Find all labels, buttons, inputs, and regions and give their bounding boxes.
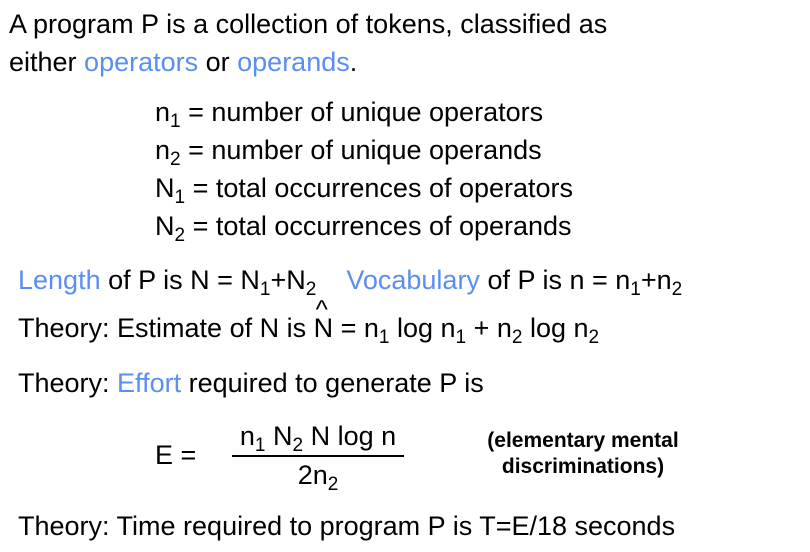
intro-line-2: either operators or operands. <box>9 46 357 78</box>
formula-note: (elementary mental discriminations) <box>458 428 708 480</box>
denominator-sub: 2 <box>327 474 339 495</box>
numerator-sub-1: 1 <box>254 435 266 456</box>
vocabulary-sub-1: 1 <box>630 279 641 300</box>
estimate-sub: 1 <box>455 327 467 348</box>
length-formula: of P is N = N <box>100 265 260 295</box>
vocabulary-plus: +n <box>640 265 672 295</box>
fraction-denominator: 2n2 <box>232 459 404 494</box>
intro-or: or <box>198 47 238 77</box>
time-text: Theory: Time required to program P is T=… <box>18 511 676 541</box>
definition-symbol: N <box>155 211 175 241</box>
estimate-prefix: Theory: Estimate of N is <box>18 313 314 343</box>
estimate-line: Theory: Estimate of N is ^ N = n1 log n1 … <box>18 296 599 347</box>
n-hat: ^ N <box>314 296 334 344</box>
intro-text-1: A program P is a collection of tokens, c… <box>9 9 608 39</box>
estimate-sub: 2 <box>511 327 523 348</box>
numerator-rest: N log n <box>303 421 397 451</box>
intro-line-1: A program P is a collection of tokens, c… <box>9 8 607 40</box>
effort-rest: required to generate P is <box>181 368 484 398</box>
definition-n1: n1 = number of unique operators <box>155 96 544 131</box>
effort-prefix: Theory: <box>18 368 118 398</box>
definition-symbol: N <box>155 173 175 203</box>
definition-text: = number of unique operands <box>180 135 542 165</box>
length-sub-1: 1 <box>259 279 271 300</box>
intro-period: . <box>349 47 358 77</box>
vocabulary-term: Vocabulary <box>346 265 480 295</box>
definition-subscript: 1 <box>174 187 186 208</box>
denominator-text: 2n <box>297 460 328 490</box>
effort-fraction: n1 N2 N log n 2n2 <box>232 420 404 494</box>
definition-symbol: n <box>155 97 171 127</box>
vocabulary-formula: of P is n = n <box>479 265 631 295</box>
fraction-numerator: n1 N2 N log n <box>232 420 404 455</box>
estimate-sub: 1 <box>378 327 390 348</box>
operators-term: operators <box>84 47 199 77</box>
estimate-plus: + n <box>466 313 512 343</box>
note-line-1: (elementary mental <box>487 429 679 452</box>
effort-term: Effort <box>117 368 182 398</box>
intro-either: either <box>9 47 85 77</box>
definition-text: = number of unique operators <box>180 97 544 127</box>
definition-n2: n2 = number of unique operands <box>155 134 542 169</box>
length-term: Length <box>18 265 101 295</box>
estimate-log: log n <box>522 313 589 343</box>
definition-subscript: 1 <box>170 111 181 132</box>
estimate-sub: 2 <box>588 327 600 348</box>
operands-term: operands <box>237 47 350 77</box>
length-plus: +N <box>270 265 306 295</box>
definition-text: = total occurrences of operators <box>185 173 574 203</box>
hat-symbol: ^ <box>315 294 328 324</box>
definition-text: = total occurrences of operands <box>185 211 572 241</box>
estimate-log: log n <box>389 313 456 343</box>
definition-symbol: n <box>155 135 171 165</box>
definition-subscript: 2 <box>174 225 186 246</box>
estimate-eq: = n <box>333 313 379 343</box>
time-line: Theory: Time required to program P is T=… <box>18 510 675 542</box>
definition-N2: N2 = total occurrences of operands <box>155 210 572 245</box>
vocabulary-sub-2: 2 <box>671 279 683 300</box>
numerator-N: N <box>265 421 293 451</box>
note-line-2: discriminations) <box>501 455 665 478</box>
numerator-n: n <box>239 421 255 451</box>
definition-N1: N1 = total occurrences of operators <box>155 172 574 207</box>
effort-formula-lhs: E = <box>155 439 196 471</box>
length-vocabulary-line: Length of P is N = N1+N2 Vocabulary of P … <box>18 264 682 299</box>
effort-line: Theory: Effort required to generate P is <box>18 367 484 399</box>
numerator-sub-2: 2 <box>292 435 304 456</box>
definition-subscript: 2 <box>170 149 181 170</box>
formula-lhs: E = <box>155 440 197 470</box>
